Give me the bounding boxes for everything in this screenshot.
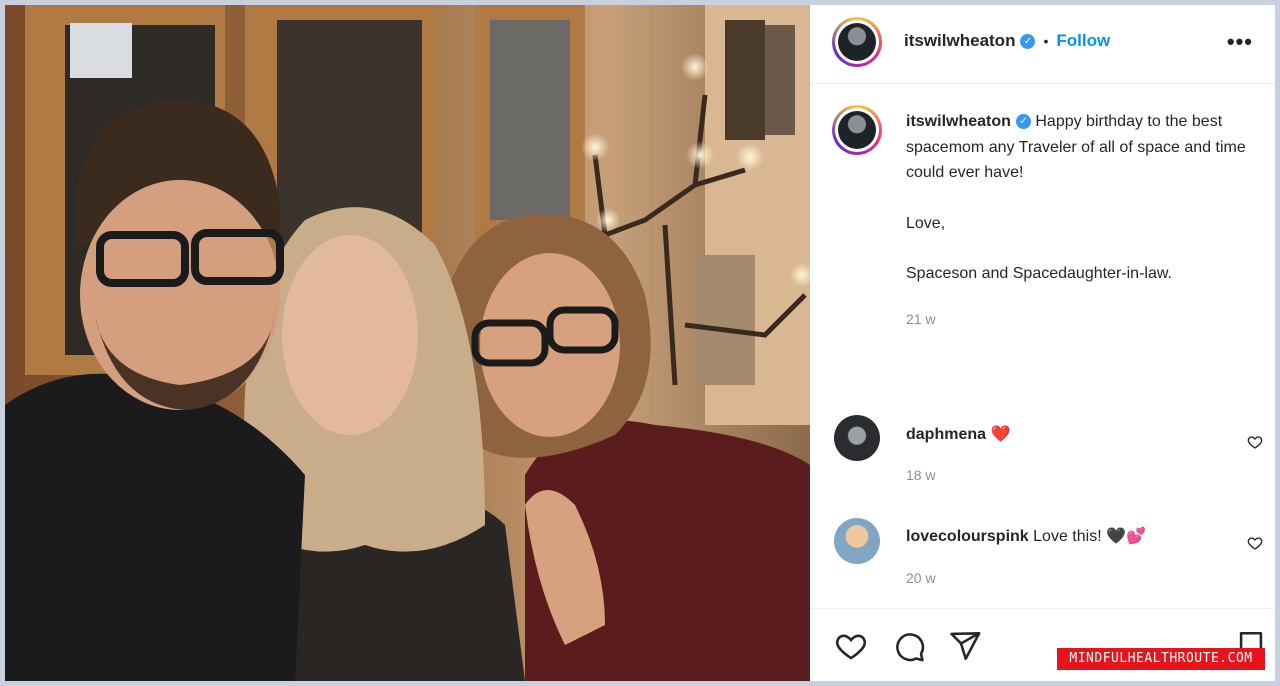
post-header: itswilwheaton ✓ • Follow ••• [810,5,1275,84]
comment-timestamp: 18 w [906,467,936,483]
follow-button[interactable]: Follow [1056,31,1110,50]
comment-body: daphmena ❤️ [906,424,1010,444]
caption-verified-icon: ✓ [1015,114,1031,130]
comment-username[interactable]: daphmena [906,426,986,443]
caption-line-1: itswilwheaton ✓ Happy birthday to the bes… [906,109,1246,186]
caption-username[interactable]: itswilwheaton [906,113,1011,130]
caption-avatar[interactable] [832,105,882,155]
heart-icon[interactable] [834,629,868,663]
author-avatar[interactable] [832,17,882,67]
comment-username[interactable]: lovecolourspink [906,528,1029,545]
post-caption: itswilwheaton ✓ Happy birthday to the bes… [906,109,1246,332]
like-comment-heart-icon[interactable] [1247,535,1263,551]
send-icon[interactable] [948,629,982,663]
more-options-icon[interactable]: ••• [1227,29,1253,55]
comment-text: Love this! [1033,528,1102,545]
comment-emoji: 🖤💕 [1106,528,1146,545]
photo-illustration [5,5,810,681]
comment-avatar[interactable] [834,518,880,564]
caption-timestamp: 21 w [906,310,936,327]
like-comment-heart-icon[interactable] [1247,434,1263,450]
header-username[interactable]: itswilwheaton [904,31,1015,50]
comment-emoji: ❤️ [990,426,1011,443]
post-photo[interactable] [5,5,810,681]
caption-love: Love, [906,214,946,232]
site-watermark: MINDFULHEALTHROUTE.COM [1057,648,1265,670]
comment-avatar[interactable] [834,415,880,461]
caption-signature: Spaceson and Spacedaughter-in-law. [906,265,1172,282]
separator-dot: • [1043,33,1049,49]
comment-timestamp: 20 w [906,570,936,586]
action-bar [810,608,1275,682]
comment-body: lovecolourspink Love this! 🖤💕 [906,526,1146,546]
header-author-row: itswilwheaton ✓ • Follow [904,31,1110,51]
verified-badge-icon: ✓ [1020,34,1036,50]
comment-icon[interactable] [892,629,926,663]
post-panel: itswilwheaton ✓ • Follow ••• itswilwheaton ✓… [810,5,1275,681]
